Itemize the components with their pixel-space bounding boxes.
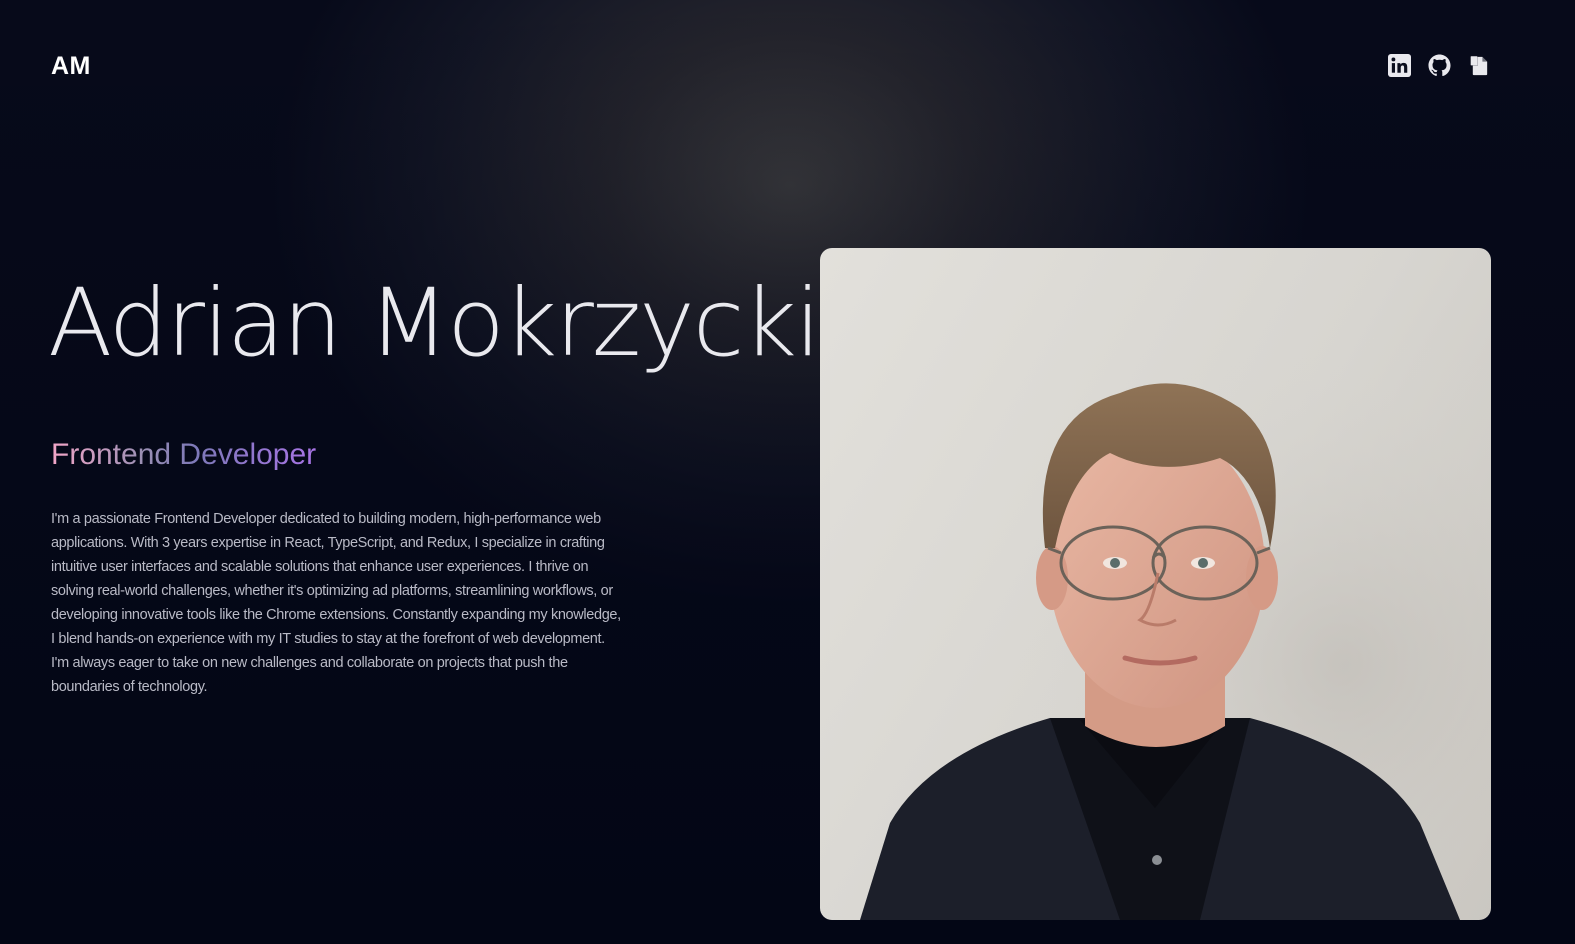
profile-photo xyxy=(820,248,1491,920)
linkedin-icon[interactable] xyxy=(1388,54,1411,77)
site-logo[interactable]: AM xyxy=(51,52,91,81)
hero-name: Adrian Mokrzycki xyxy=(48,269,821,378)
document-icon[interactable] xyxy=(1468,54,1491,77)
hero-role: Frontend Developer xyxy=(51,438,317,471)
github-icon[interactable] xyxy=(1428,54,1451,77)
hero-bio: I'm a passionate Frontend Developer dedi… xyxy=(51,511,621,695)
social-links xyxy=(1388,54,1491,77)
